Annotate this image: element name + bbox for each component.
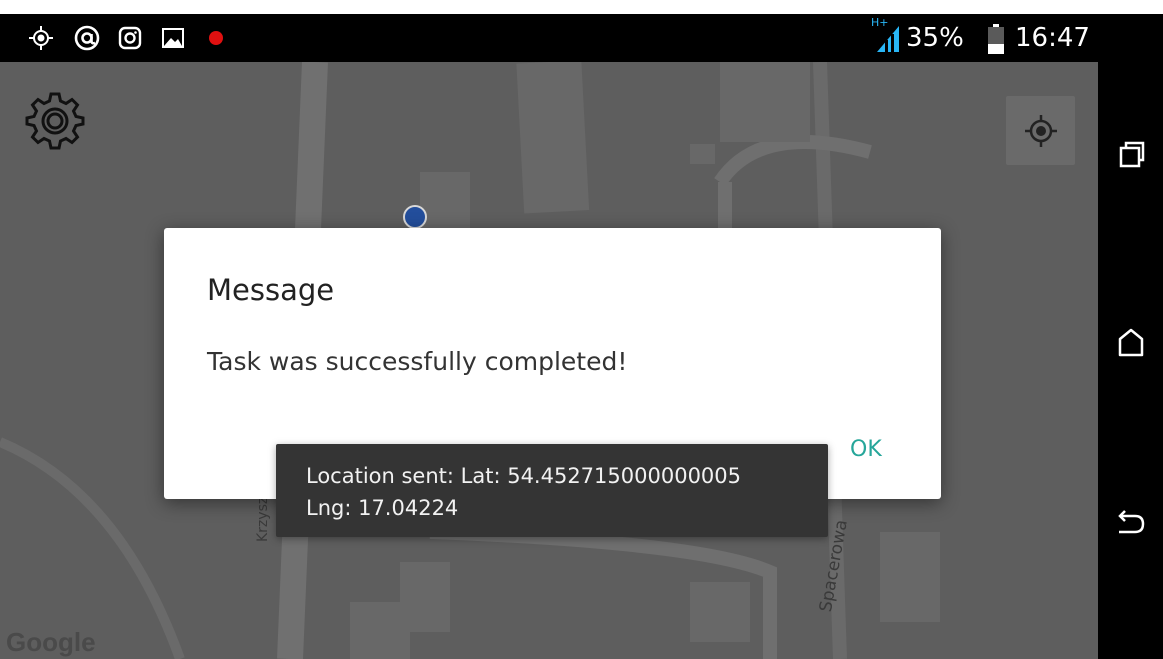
network-type-label: H+ — [871, 16, 889, 29]
toast-longitude-text: Lng: 17.04224 — [306, 496, 459, 520]
clock: 16:47 — [1015, 23, 1090, 53]
recent-apps-button[interactable] — [1111, 134, 1151, 174]
home-button[interactable] — [1111, 322, 1151, 362]
at-sign-icon — [74, 25, 100, 51]
back-button[interactable] — [1111, 502, 1151, 542]
dialog-message: Task was successfully completed! — [207, 347, 628, 376]
navigation-bar — [1098, 14, 1163, 659]
gallery-icon — [162, 28, 184, 48]
ok-button[interactable]: OK — [846, 435, 886, 464]
dialog-title: Message — [207, 273, 335, 307]
status-bar: H+ 35% 16:47 — [0, 14, 1098, 62]
current-location-dot — [403, 205, 427, 229]
device-screen: H+ 35% 16:47 Krzyszt Spacerowa Google Me… — [0, 14, 1163, 659]
toast-latitude-text: Location sent: Lat: 54.452715000000005 — [306, 464, 742, 488]
gear-icon — [25, 92, 85, 150]
recent-apps-icon — [1119, 141, 1145, 168]
recording-dot-icon — [209, 31, 223, 45]
back-icon — [1118, 510, 1145, 534]
google-logo: Google — [6, 627, 96, 657]
my-location-button[interactable] — [1006, 96, 1075, 165]
gps-icon — [29, 26, 53, 50]
battery-icon — [988, 24, 1004, 54]
battery-percent: 35% — [906, 23, 964, 53]
crosshair-icon — [1025, 115, 1057, 147]
home-icon — [1118, 328, 1144, 357]
toast: Location sent: Lat: 54.452715000000005 L… — [276, 444, 828, 537]
settings-button[interactable] — [24, 90, 86, 152]
instagram-icon — [118, 26, 142, 50]
